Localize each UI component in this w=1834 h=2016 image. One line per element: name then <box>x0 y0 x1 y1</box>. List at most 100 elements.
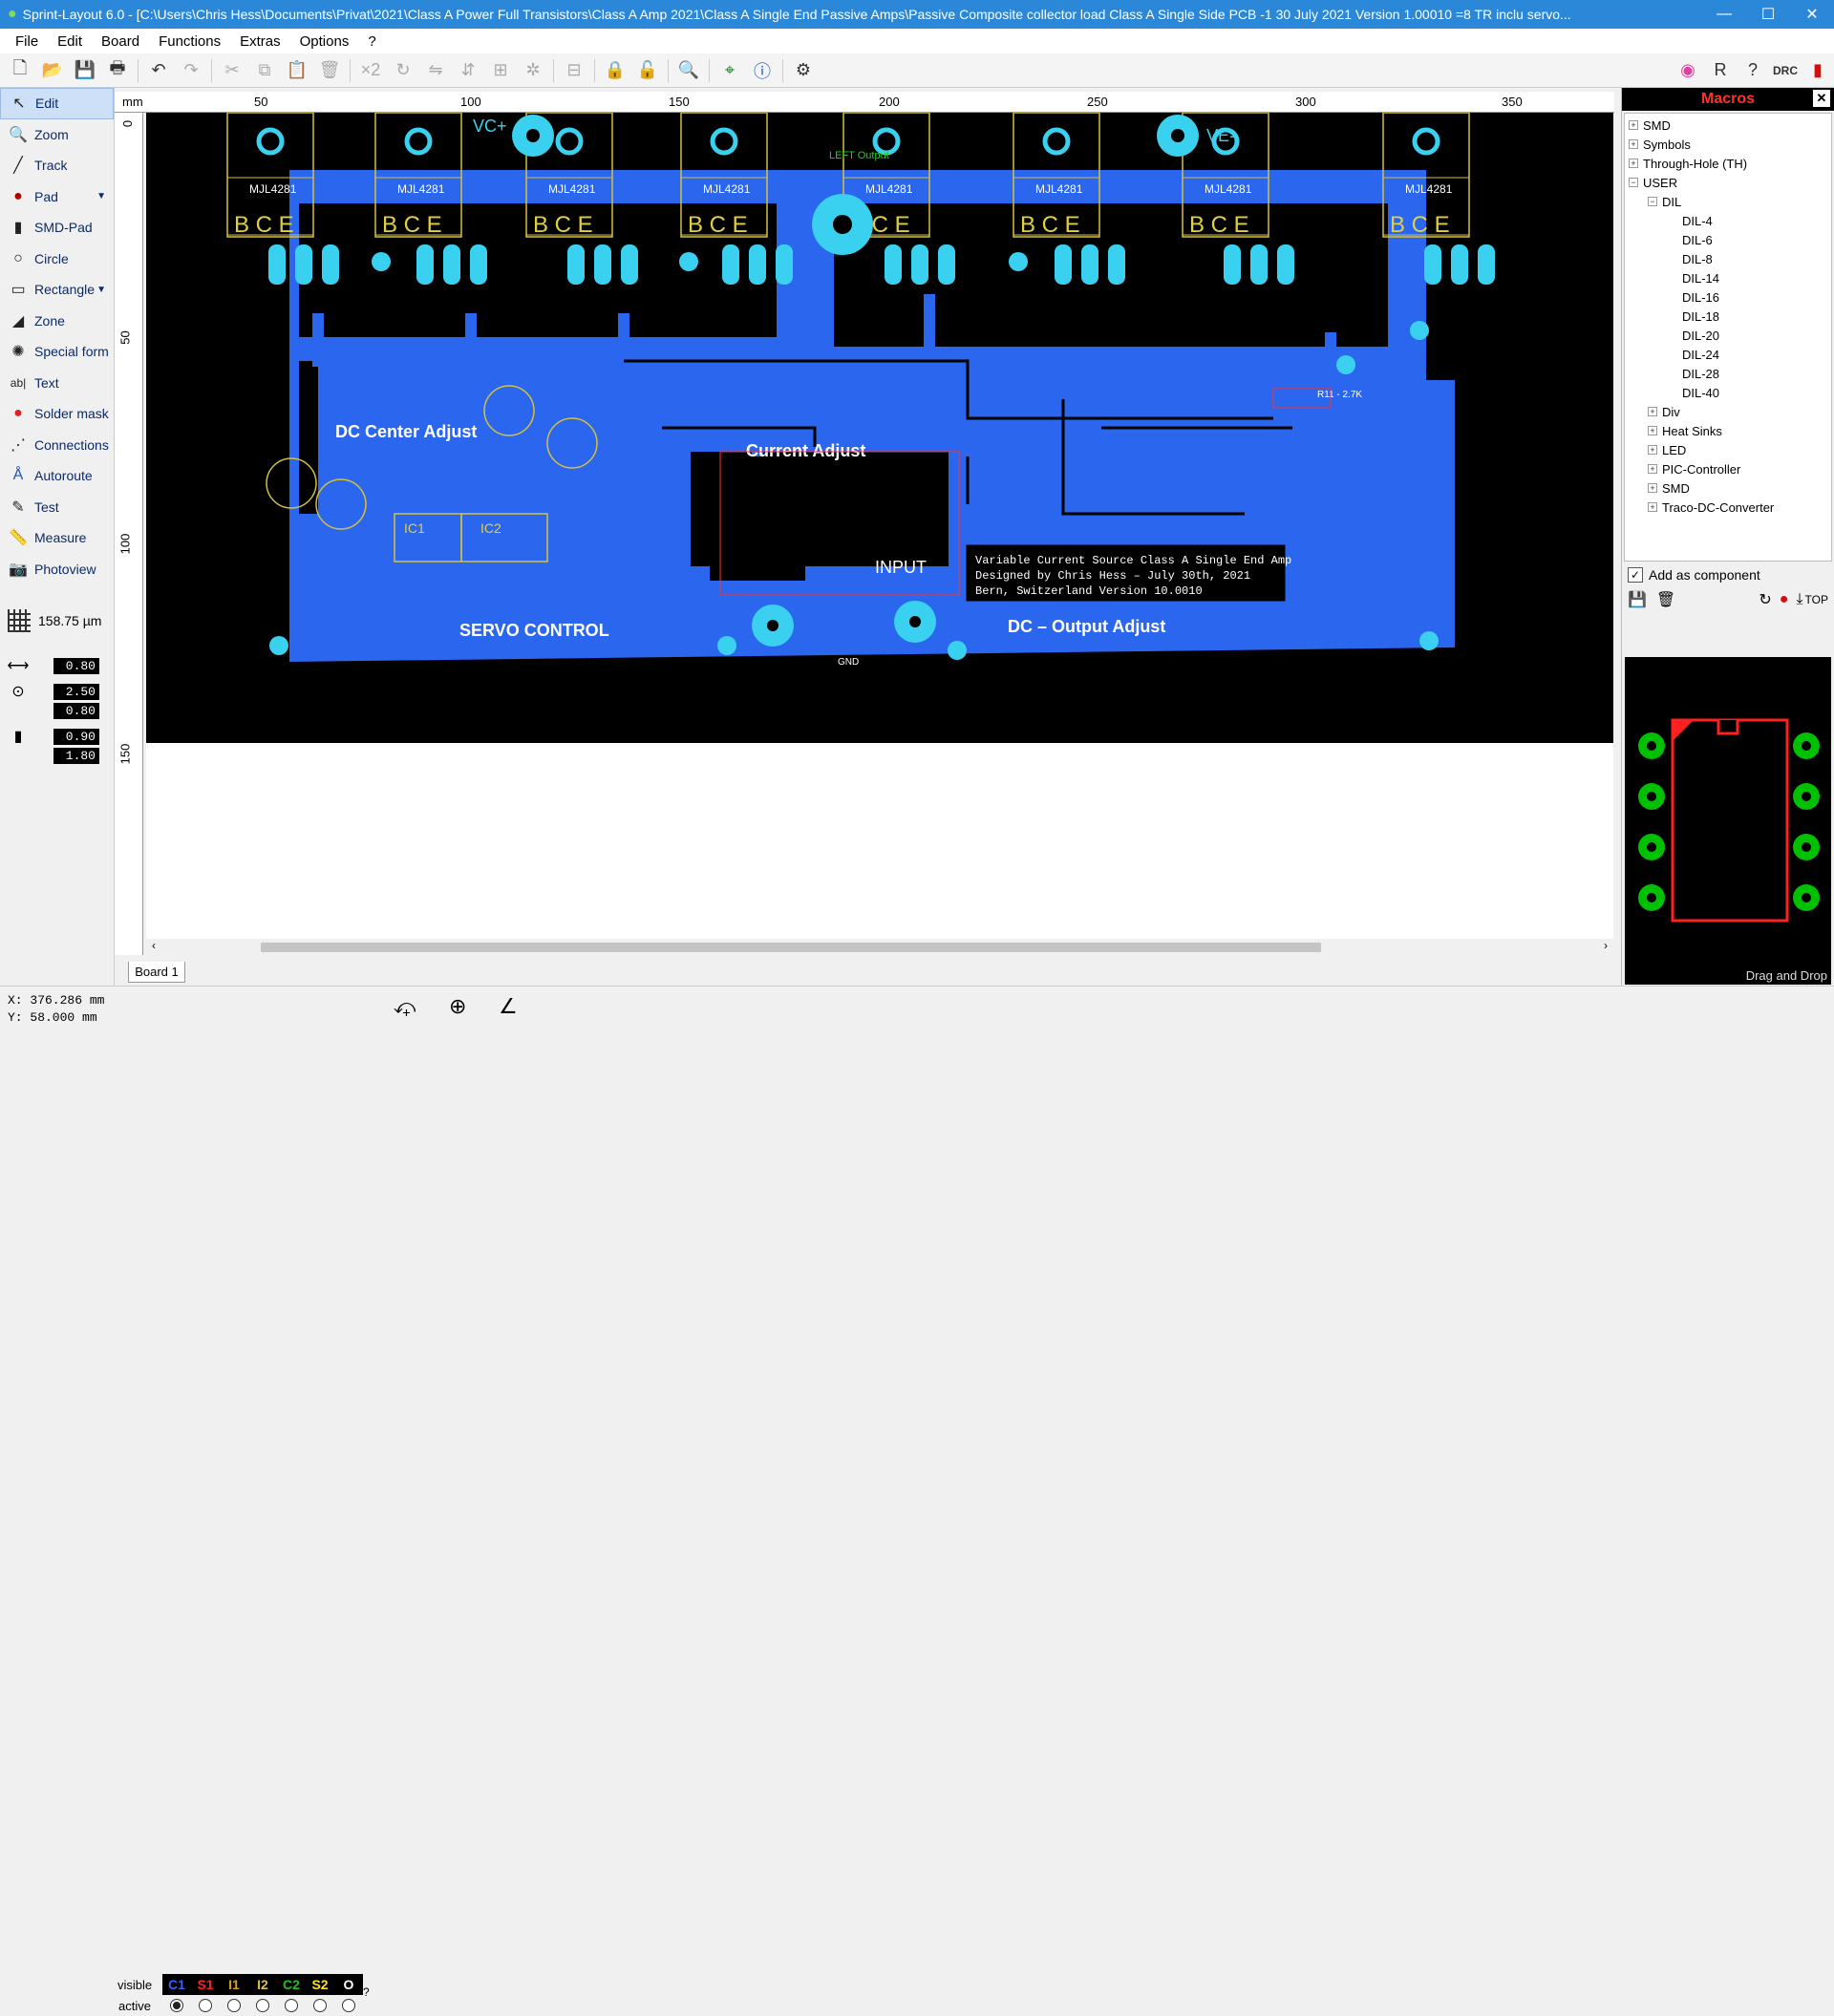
mirror-v-icon[interactable]: ⇵ <box>452 55 484 86</box>
smd-width-input[interactable]: 0.90 <box>53 728 99 745</box>
expand-icon[interactable]: − <box>1629 178 1638 187</box>
dropdown-arrow-icon[interactable]: ▼ <box>96 285 106 295</box>
layer-i2[interactable]: I2 <box>248 1974 277 2016</box>
layer-active-radio[interactable] <box>313 1999 327 2012</box>
macro-preview[interactable]: Drag and Drop <box>1625 657 1831 985</box>
tree-item[interactable]: DIL-28 <box>1625 364 1831 383</box>
layer-active-radio[interactable] <box>256 1999 269 2012</box>
tree-item[interactable]: − DIL <box>1625 192 1831 211</box>
undo-icon[interactable]: ↶ <box>142 55 175 86</box>
layer-active-radio[interactable] <box>285 1999 298 2012</box>
r1-resistor-icon[interactable]: R <box>1704 55 1737 86</box>
tree-item[interactable]: DIL-14 <box>1625 268 1831 287</box>
expand-icon[interactable]: − <box>1648 197 1657 206</box>
redo-icon[interactable]: ↷ <box>175 55 207 86</box>
tree-item[interactable]: + Traco-DC-Converter <box>1625 498 1831 517</box>
tool-zone[interactable]: ◢ Zone <box>0 306 114 337</box>
unlock-icon[interactable]: 🔓 <box>631 55 664 86</box>
tree-item[interactable]: DIL-6 <box>1625 230 1831 249</box>
pad-inner-input[interactable]: 0.80 <box>53 702 99 719</box>
tree-item[interactable]: + Through-Hole (TH) <box>1625 154 1831 173</box>
layer-name[interactable]: I2 <box>248 1974 277 1995</box>
tool-track[interactable]: ╱ Track <box>0 150 114 181</box>
layer-c2[interactable]: C2 <box>277 1974 306 2016</box>
lock-icon[interactable]: 🔒 <box>599 55 631 86</box>
grid-size[interactable]: 158.75 µm <box>0 602 115 640</box>
tree-item[interactable]: + SMD <box>1625 116 1831 135</box>
menu-help[interactable]: ? <box>358 33 385 50</box>
menu-functions[interactable]: Functions <box>149 33 230 50</box>
horizontal-scrollbar[interactable]: ‹ › <box>146 939 1613 956</box>
expand-icon[interactable]: + <box>1648 464 1657 474</box>
menu-extras[interactable]: Extras <box>230 33 290 50</box>
info-icon[interactable]: ⓘ <box>746 55 778 86</box>
layer-active-radio[interactable] <box>227 1999 241 2012</box>
tree-item[interactable]: DIL-8 <box>1625 249 1831 268</box>
tool-edit[interactable]: ↖ Edit <box>0 88 114 119</box>
record-icon[interactable]: ● <box>1780 591 1789 608</box>
layer-name[interactable]: C2 <box>277 1974 306 1995</box>
tool-solder-mask[interactable]: ● Solder mask <box>0 398 114 430</box>
tool-test[interactable]: ✎ Test <box>0 492 114 523</box>
save-macro-icon[interactable]: 💾 <box>1628 590 1647 609</box>
scroll-left-icon[interactable]: ‹ <box>152 939 156 952</box>
crosshair-icon[interactable]: ⌖ <box>714 55 746 86</box>
cut-icon[interactable]: ✂ <box>216 55 248 86</box>
expand-icon[interactable]: + <box>1648 483 1657 493</box>
print-icon[interactable]: 🖶 <box>101 55 134 86</box>
expand-icon[interactable]: + <box>1648 426 1657 435</box>
tree-item[interactable]: DIL-4 <box>1625 211 1831 230</box>
menu-file[interactable]: File <box>6 33 48 50</box>
tree-item[interactable]: DIL-20 <box>1625 326 1831 345</box>
pad-outer-input[interactable]: 2.50 <box>53 683 99 700</box>
pcb-canvas[interactable]: MJL4281 MJL4281 MJL4281 MJL4281 MJL4281 … <box>146 112 1613 743</box>
settings-gear-icon[interactable]: ⚙ <box>787 55 820 86</box>
layer-name[interactable]: S1 <box>191 1974 220 1995</box>
layer-active-radio[interactable] <box>342 1999 355 2012</box>
tool-special-form[interactable]: ✺ Special form <box>0 336 114 368</box>
layer-name[interactable]: I1 <box>220 1974 248 1995</box>
tree-item[interactable]: + LED <box>1625 440 1831 459</box>
layer-name[interactable]: C1 <box>162 1974 191 1995</box>
tree-item[interactable]: − USER <box>1625 173 1831 192</box>
expand-icon[interactable]: + <box>1629 159 1638 168</box>
tool-circle[interactable]: ○ Circle <box>0 244 114 275</box>
board-tab[interactable]: Board 1 <box>128 962 185 983</box>
tool-connections[interactable]: ⋰ Connections <box>0 430 114 461</box>
minimize-button[interactable]: — <box>1702 0 1746 29</box>
expand-icon[interactable]: + <box>1629 120 1638 130</box>
layer-i1[interactable]: I1 <box>220 1974 248 2016</box>
layer-name[interactable]: S2 <box>306 1974 334 1995</box>
smd-height-input[interactable]: 1.80 <box>53 747 99 764</box>
save-icon[interactable]: 💾 <box>69 55 101 86</box>
angle-mode-icon[interactable]: ∠ <box>499 994 518 1019</box>
tree-item[interactable]: + Symbols <box>1625 135 1831 154</box>
crosshair-mode-icon[interactable]: ⊕ <box>449 994 466 1019</box>
scroll-right-icon[interactable]: › <box>1604 939 1608 952</box>
expand-icon[interactable]: + <box>1648 445 1657 455</box>
expand-icon[interactable]: + <box>1629 139 1638 149</box>
macro-panel-icon[interactable]: ▮ <box>1802 55 1834 86</box>
tool-smd-pad[interactable]: ▮ SMD-Pad <box>0 212 114 244</box>
layer-active-radio[interactable] <box>170 1999 183 2012</box>
tree-item[interactable]: DIL-40 <box>1625 383 1831 402</box>
route-mode-icon[interactable]: ⤽ <box>394 994 416 1019</box>
drc-icon[interactable]: DRC <box>1769 55 1802 86</box>
component-icon[interactable]: ◉ <box>1672 55 1704 86</box>
rotate-macro-icon[interactable]: ↻ <box>1759 590 1771 609</box>
workspace-area[interactable] <box>146 743 1613 939</box>
top-label[interactable]: TOP <box>1805 593 1828 606</box>
tree-item[interactable]: + Div <box>1625 402 1831 421</box>
close-macros-icon[interactable]: ✕ <box>1813 90 1830 107</box>
help-check-icon[interactable]: ? <box>1737 55 1769 86</box>
new-file-icon[interactable]: 🗋 <box>4 55 36 86</box>
track-width-input[interactable]: 0.80 <box>53 657 99 674</box>
align-icon[interactable]: ⊞ <box>484 55 517 86</box>
tree-item[interactable]: + SMD <box>1625 478 1831 498</box>
scroll-thumb[interactable] <box>261 943 1321 952</box>
layer-s1[interactable]: S1 <box>191 1974 220 2016</box>
tool-pad[interactable]: ● Pad ▼ <box>0 181 114 213</box>
pcb-board[interactable]: MJL4281 MJL4281 MJL4281 MJL4281 MJL4281 … <box>146 112 1613 743</box>
top-layer-icon[interactable]: ⤓ <box>1796 591 1802 608</box>
tree-item[interactable]: DIL-16 <box>1625 287 1831 307</box>
